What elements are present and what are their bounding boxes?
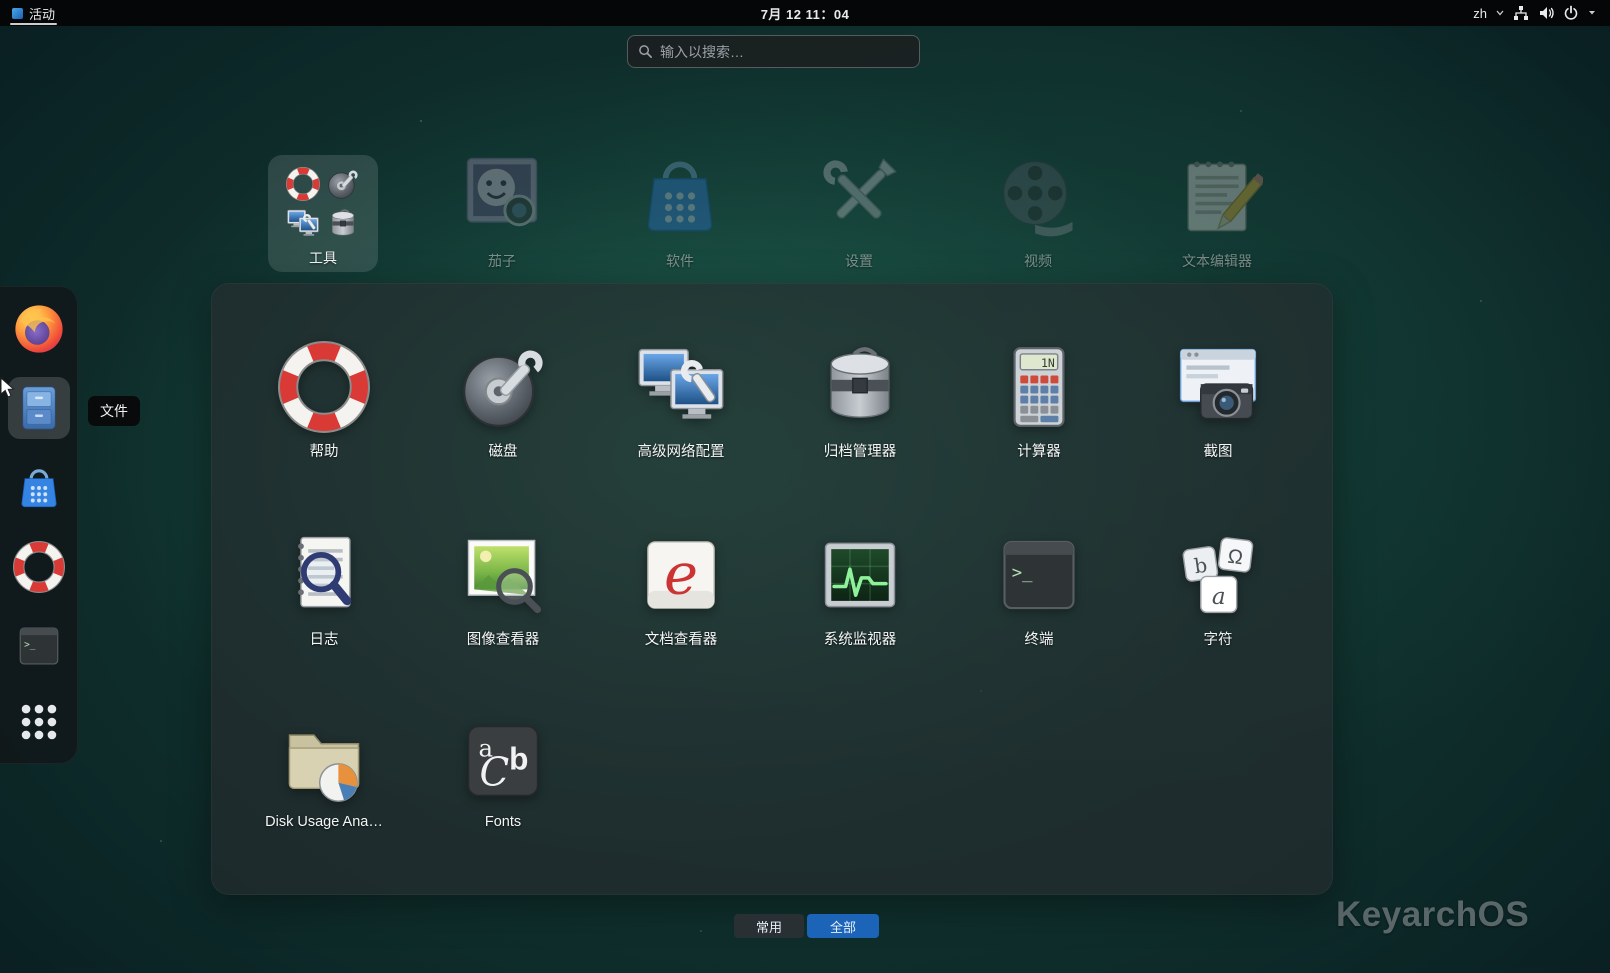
- screenshot-camera-icon: [1172, 341, 1264, 433]
- app-fonts[interactable]: Fonts: [433, 715, 573, 830]
- disks-icon: [457, 341, 549, 433]
- app-label: 文档查看器: [644, 632, 718, 648]
- app-disk-usage-analyzer[interactable]: Disk Usage Ana…: [254, 715, 394, 830]
- terminal-icon: [993, 529, 1085, 621]
- clock[interactable]: 7月 12 11：04: [761, 0, 850, 26]
- dash: [0, 286, 78, 764]
- dock-item-software[interactable]: [14, 463, 64, 513]
- activities-button[interactable]: 活动: [0, 0, 67, 26]
- language-chevron-icon: [1496, 10, 1504, 16]
- show-applications-button[interactable]: [16, 699, 62, 745]
- app-label: 视频: [1024, 253, 1052, 269]
- folder-label: 工具: [309, 250, 337, 266]
- search-input[interactable]: [660, 43, 909, 60]
- app-label: 系统监视器: [823, 632, 897, 648]
- app-label: 高级网络配置: [637, 444, 725, 460]
- system-monitor-icon: [814, 529, 906, 621]
- characters-keys-icon: [1172, 529, 1264, 621]
- software-bag-icon: [634, 150, 726, 242]
- network-mini-icon: [286, 207, 320, 241]
- dock-item-help[interactable]: [13, 541, 65, 593]
- app-label: 归档管理器: [823, 444, 897, 460]
- app-folder-tools[interactable]: 工具: [268, 155, 378, 272]
- frequent-apps-tab[interactable]: 常用: [734, 914, 804, 938]
- all-apps-tab[interactable]: 全部: [807, 914, 879, 938]
- app-screenshot[interactable]: 截图: [1148, 341, 1288, 461]
- top-bar: 活动 7月 12 11：04 zh: [0, 0, 1610, 26]
- app-label: 茄子: [488, 253, 516, 269]
- desktop-overview: 1N: [0, 0, 1610, 973]
- app-disks[interactable]: 磁盘: [433, 341, 573, 461]
- text-editor-icon: [1171, 150, 1263, 242]
- app-help[interactable]: 帮助: [254, 341, 394, 461]
- fonts-icon: [457, 715, 549, 807]
- lifebuoy-icon: [13, 541, 65, 593]
- app-label: Disk Usage Ana…: [265, 814, 383, 830]
- network-monitors-icon: [635, 341, 727, 433]
- app-cheese[interactable]: 茄子: [432, 150, 572, 271]
- settings-tools-icon: [813, 150, 905, 242]
- activities-label: 活动: [29, 6, 56, 22]
- app-software[interactable]: 软件: [610, 150, 750, 271]
- app-label: 设置: [845, 253, 873, 269]
- app-calculator[interactable]: 计算器: [969, 341, 1109, 461]
- volume-icon: [1540, 7, 1554, 19]
- calculator-icon: [993, 341, 1085, 433]
- disk-usage-pie-icon: [278, 715, 370, 807]
- files-cabinet-icon: [13, 382, 65, 434]
- power-icon: [1564, 5, 1578, 20]
- app-label: 字符: [1203, 632, 1233, 648]
- app-grid-dots-icon: [16, 699, 62, 745]
- distro-logo-icon: [12, 7, 23, 19]
- search-bar[interactable]: [627, 35, 920, 68]
- app-logs[interactable]: 日志: [254, 529, 394, 649]
- app-document-viewer[interactable]: 文档查看器: [611, 529, 751, 649]
- cheese-icon: [456, 150, 548, 242]
- language-indicator[interactable]: zh: [1473, 6, 1487, 21]
- archive-mini-icon: [326, 207, 360, 241]
- app-label: 文本编辑器: [1182, 253, 1252, 269]
- app-characters[interactable]: 字符: [1148, 529, 1288, 649]
- app-system-monitor[interactable]: 系统监视器: [790, 529, 930, 649]
- firefox-icon: [11, 301, 67, 357]
- videos-reel-icon: [992, 150, 1084, 242]
- lifebuoy-mini-icon: [286, 167, 320, 201]
- search-icon: [638, 44, 653, 59]
- app-label: 终端: [1024, 632, 1054, 648]
- app-settings[interactable]: 设置: [789, 150, 929, 271]
- lifebuoy-icon: [278, 341, 370, 433]
- os-watermark: KeyarchOS: [1336, 895, 1530, 934]
- app-videos[interactable]: 视频: [968, 150, 1108, 271]
- software-bag-icon: [14, 463, 64, 513]
- app-label: 图像查看器: [466, 632, 540, 648]
- app-advanced-network-config[interactable]: 高级网络配置: [611, 341, 751, 461]
- chevron-down-icon: [1589, 11, 1595, 15]
- document-viewer-icon: [635, 529, 727, 621]
- app-label: 截图: [1203, 444, 1233, 460]
- app-label: Fonts: [484, 814, 522, 830]
- app-label: 帮助: [309, 444, 339, 460]
- app-label: 软件: [666, 253, 694, 269]
- network-icon: [1514, 6, 1528, 20]
- mouse-cursor: [0, 377, 15, 398]
- folder-popup: 帮助 磁盘 高级网络配置 归档管理器 计算器 截图 日志 图像查看器 文档查看器…: [211, 283, 1333, 895]
- app-label: 磁盘: [488, 444, 518, 460]
- dock-item-terminal[interactable]: [14, 621, 64, 671]
- app-label: 计算器: [1017, 444, 1061, 460]
- app-label: 日志: [309, 632, 339, 648]
- app-text-editor[interactable]: 文本编辑器: [1147, 150, 1287, 271]
- system-status-area[interactable]: zh: [1473, 0, 1610, 26]
- disks-mini-icon: [326, 167, 360, 201]
- app-terminal[interactable]: 终端: [969, 529, 1109, 649]
- logs-magnifier-icon: [278, 529, 370, 621]
- folder-preview-grid: [284, 165, 362, 243]
- app-image-viewer[interactable]: 图像查看器: [433, 529, 573, 649]
- app-archive-manager[interactable]: 归档管理器: [790, 341, 930, 461]
- dock-tooltip: 文件: [88, 396, 140, 426]
- dock-item-firefox[interactable]: [11, 301, 67, 357]
- terminal-icon: [14, 621, 64, 671]
- image-viewer-icon: [457, 529, 549, 621]
- archive-drum-icon: [814, 341, 906, 433]
